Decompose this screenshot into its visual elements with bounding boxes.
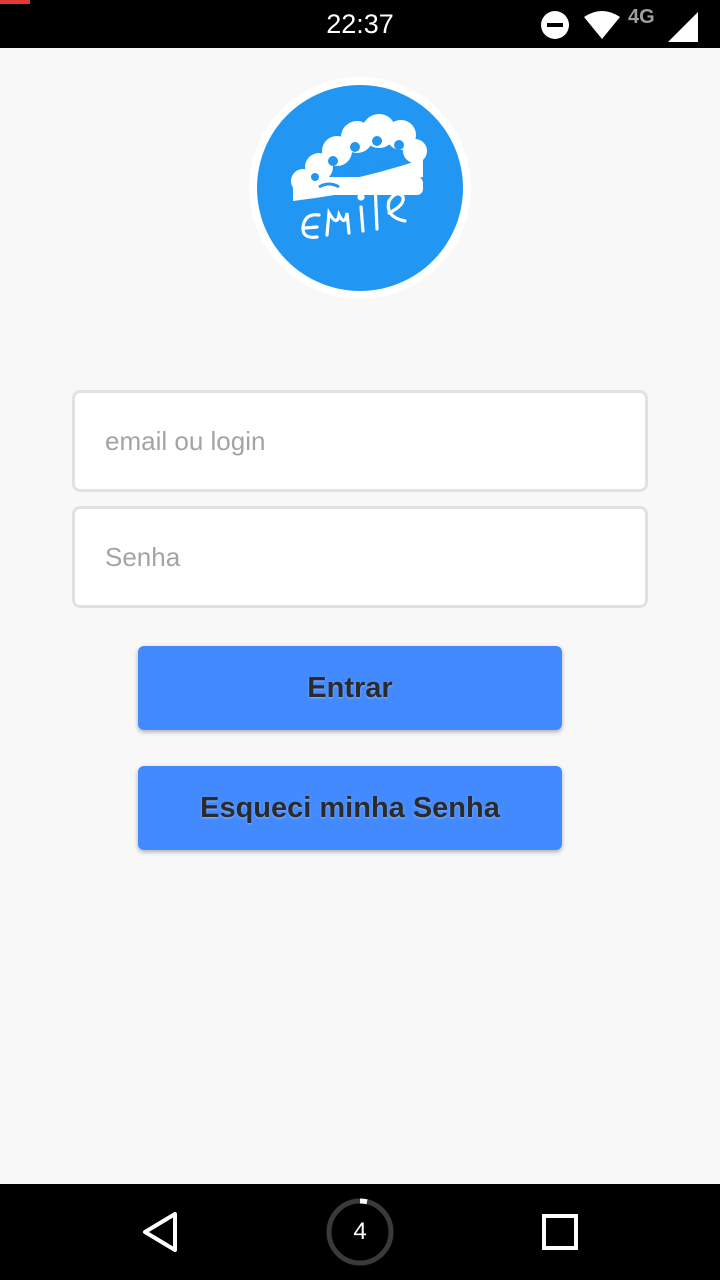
network-indicator: 4G [628, 6, 698, 42]
do-not-disturb-icon [540, 10, 570, 40]
email-field-container [72, 390, 648, 492]
wifi-icon [584, 11, 620, 39]
app-logo [257, 85, 463, 291]
password-field-container [72, 506, 648, 608]
forgot-password-button[interactable]: Esqueci minha Senha [138, 766, 562, 850]
home-button[interactable]: 4 [325, 1197, 395, 1267]
back-icon[interactable] [136, 1208, 184, 1256]
brain-logo-icon [291, 114, 427, 239]
login-button[interactable]: Entrar [138, 646, 562, 730]
home-badge-count: 4 [353, 1218, 367, 1245]
login-button-label: Entrar [307, 671, 393, 704]
status-bar: 22:37 4G [0, 0, 720, 48]
cell-signal-icon [668, 12, 698, 42]
notification-accent [0, 0, 30, 4]
recents-icon[interactable] [538, 1210, 582, 1254]
email-input[interactable] [75, 393, 645, 489]
password-input[interactable] [75, 509, 645, 605]
forgot-password-button-label: Esqueci minha Senha [200, 791, 500, 824]
status-icons: 4G [540, 6, 698, 42]
network-type-label: 4G [628, 6, 655, 28]
navigation-bar: 4 [0, 1184, 720, 1280]
